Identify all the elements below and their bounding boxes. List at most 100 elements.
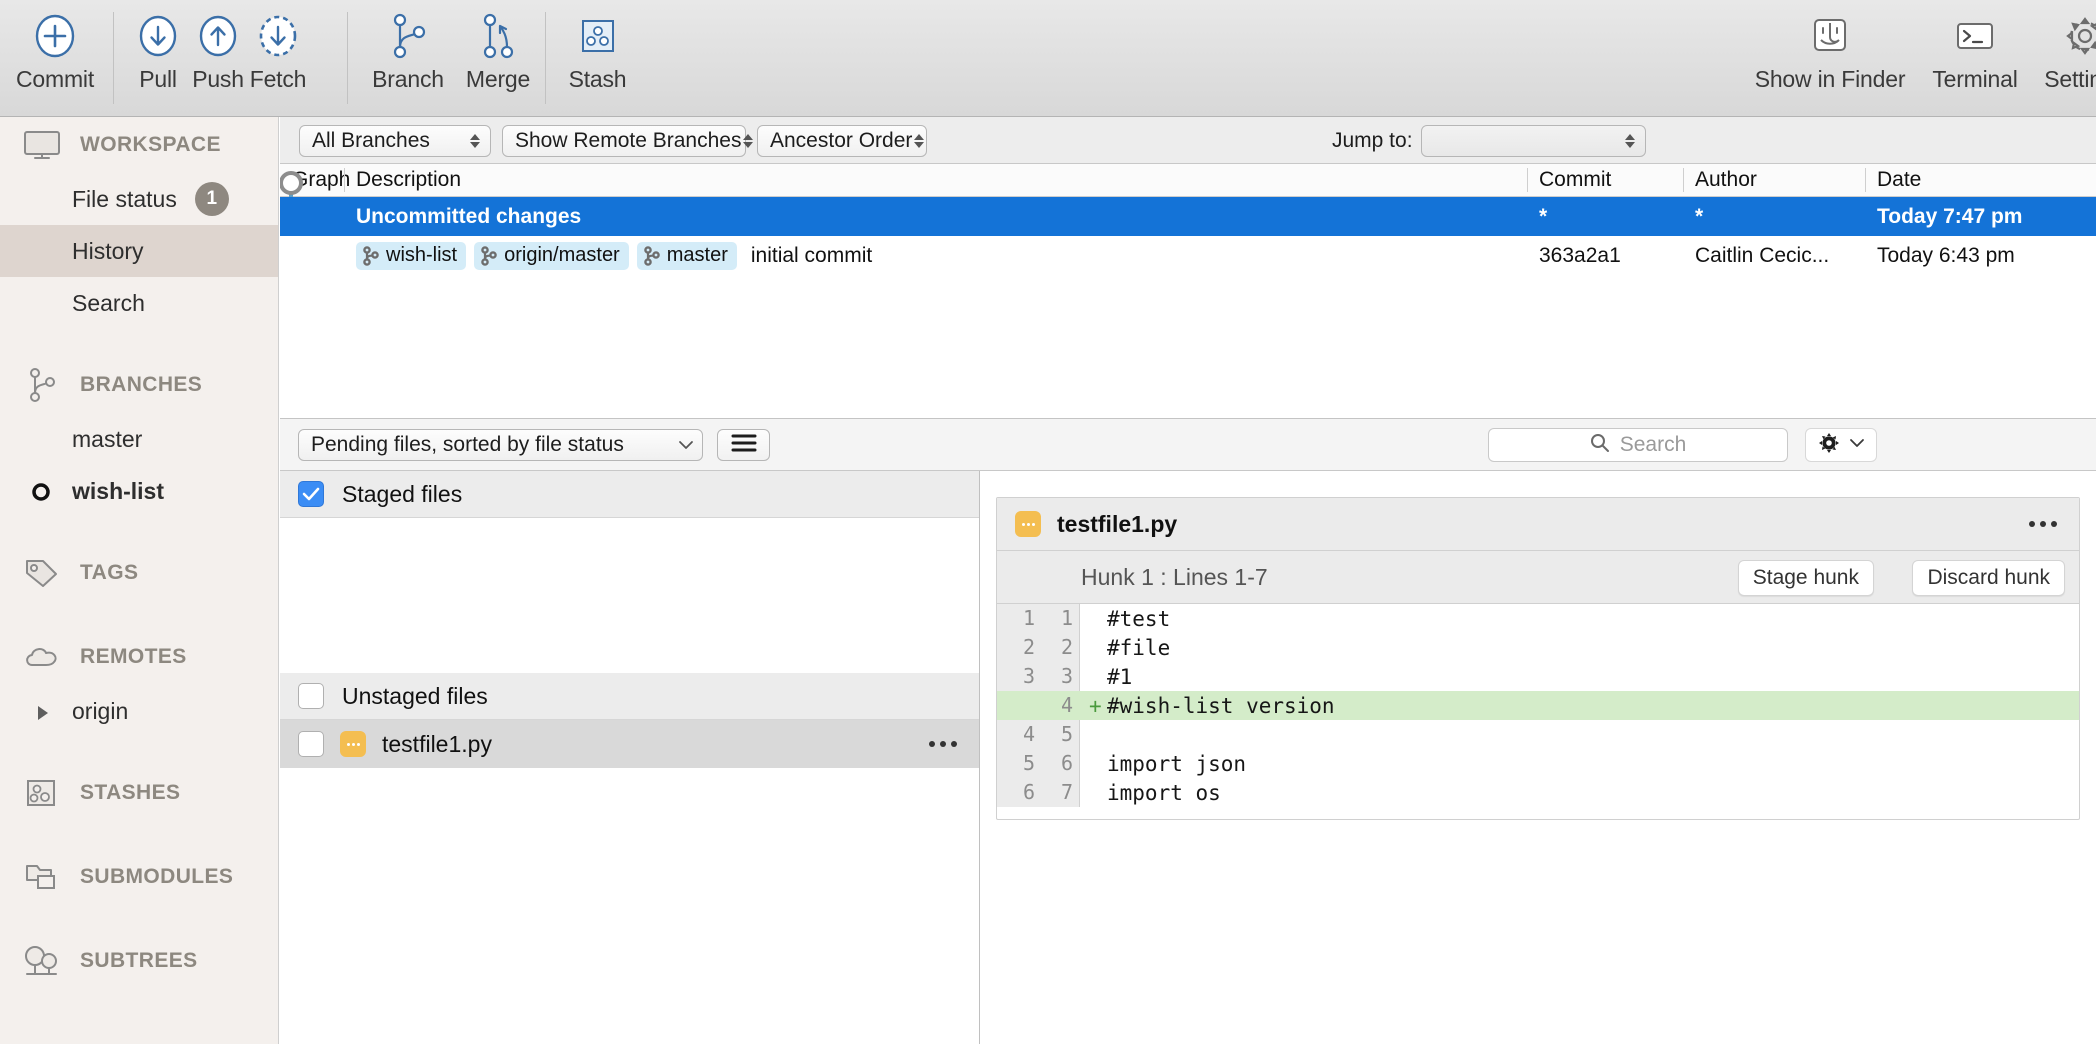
pending-files-sort-dropdown[interactable]: Pending files, sorted by file status [298,429,703,461]
merge-button[interactable]: Merge [453,0,543,110]
commit-history-table: Graph Description Commit Author Date Unc… [280,164,2096,418]
file-status-modified-icon [340,731,366,757]
push-button[interactable]: Push [188,0,248,110]
branch-button[interactable]: Branch [363,0,453,110]
sidebar-item-branch-master[interactable]: master [0,413,278,465]
file-actions-gear-button[interactable] [1805,428,1877,462]
sidebar-spacer [0,821,278,849]
terminal-button[interactable]: Terminal [1920,0,2030,110]
sidebar-spacer [0,517,278,545]
disclosure-triangle-icon[interactable] [34,701,54,721]
commit-description-cell: wish-list origin/master master initial c… [356,236,1516,275]
main-toolbar: Commit Pull [0,0,2096,117]
diff-line: 6 7 import os [997,778,2079,807]
ancestor-order-dropdown[interactable]: Ancestor Order [757,125,927,157]
list-view-button[interactable] [717,429,770,461]
toolbar-separator-2 [347,12,348,104]
ref-tag-origin-master[interactable]: origin/master [474,242,629,270]
unstaged-files-checkbox[interactable] [298,683,324,709]
unstaged-files-header[interactable]: Unstaged files [280,673,979,720]
show-in-finder-button[interactable]: Show in Finder [1740,0,1920,110]
file-panel-toolbar: Pending files, sorted by file status Sea… [280,418,2096,471]
diff-line-added: 4 + #wish-list version [997,691,2079,720]
sidebar-item-remote-origin[interactable]: origin [0,685,278,737]
diff-file-card: testfile1.py Hunk 1 : Lines 1-7 Stage hu… [996,497,2080,820]
column-header-description[interactable]: Description [344,164,461,196]
new-line-number: 7 [1035,778,1073,807]
ref-tag-wish-list[interactable]: wish-list [356,242,466,270]
diff-line: 1 1 #test [997,604,2079,633]
diff-file-actions-ellipsis-button[interactable] [2029,521,2057,527]
fetch-button[interactable]: Fetch [248,0,308,110]
staged-files-list[interactable] [280,518,979,673]
sidebar-section-title: SUBTREES [80,949,198,973]
table-row[interactable]: wish-list origin/master master initial c… [280,236,2096,275]
sidebar-section-remotes[interactable]: REMOTES [0,629,278,685]
branch-filter-dropdown[interactable]: All Branches [299,125,491,157]
push-up-arrow-icon [196,10,240,62]
commit-button[interactable]: Commit [0,0,110,110]
chevron-updown-icon [468,131,482,151]
commit-button-label: Commit [16,66,94,93]
file-search-input[interactable]: Search [1488,428,1788,462]
commit-date: Today 6:43 pm [1877,236,2077,275]
pending-files-panel: Staged files Unstaged files testfile1.py [280,471,980,1044]
sidebar-section-stashes[interactable]: STASHES [0,765,278,821]
jump-to-dropdown[interactable] [1421,125,1646,157]
diff-code: import json [1107,752,1246,776]
sidebar-item-label: origin [72,698,128,725]
sidebar-section-title: SUBMODULES [80,865,233,889]
search-placeholder: Search [1620,433,1687,457]
sidebar-section-submodules[interactable]: SUBMODULES [0,849,278,905]
remote-branches-dropdown[interactable]: Show Remote Branches [502,125,746,157]
staged-files-checkbox[interactable] [298,481,324,507]
sidebar-spacer [0,329,278,357]
branch-button-label: Branch [372,66,444,93]
column-header-date[interactable]: Date [1865,164,1921,196]
column-header-author[interactable]: Author [1683,164,1757,196]
sidebar-section-title: WORKSPACE [80,133,221,157]
file-actions-ellipsis-button[interactable] [929,741,957,747]
old-line-number: 1 [997,604,1035,633]
discard-hunk-button[interactable]: Discard hunk [1912,560,2065,596]
old-line-number [997,691,1035,720]
sidebar-item-file-status[interactable]: File status 1 [0,173,278,225]
table-row[interactable]: Uncommitted changes * * Today 7:47 pm [280,197,2096,236]
list-view-icon [730,432,758,459]
merge-button-label: Merge [466,66,530,93]
column-header-commit[interactable]: Commit [1527,164,1611,196]
stage-hunk-button[interactable]: Stage hunk [1738,560,1874,596]
list-item[interactable]: testfile1.py [280,720,979,768]
stash-button[interactable]: Stash [560,0,635,110]
sidebar-section-subtrees[interactable]: SUBTREES [0,933,278,989]
diff-panel: testfile1.py Hunk 1 : Lines 1-7 Stage hu… [981,471,2096,1044]
sidebar-section-workspace: WORKSPACE [0,117,278,173]
sidebar-item-branch-wish-list[interactable]: wish-list [0,465,278,517]
show-in-finder-label: Show in Finder [1755,66,1906,93]
diff-lines[interactable]: 1 1 #test 2 2 #file 3 3 #1 [997,604,2079,819]
hunk-header: Hunk 1 : Lines 1-7 Stage hunk Discard hu… [997,551,2079,604]
diff-bottom-padding [997,807,2079,819]
sidebar-item-label: master [72,426,142,453]
pull-button[interactable]: Pull [128,0,188,110]
branch-icon [362,246,380,266]
sidebar-item-history[interactable]: History [0,225,278,277]
sidebar-section-tags[interactable]: TAGS [0,545,278,601]
branch-icon [22,367,62,403]
finder-icon [1808,10,1852,62]
ref-tag-master[interactable]: master [637,242,737,270]
sidebar-item-label: Search [72,290,145,317]
commit-hash: * [1539,197,1679,236]
file-checkbox[interactable] [298,731,324,757]
unstaged-files-label: Unstaged files [342,683,488,710]
settings-button[interactable]: Settings [2030,0,2096,110]
remote-filter-value: Show Remote Branches [515,129,741,153]
new-line-number: 6 [1035,749,1073,778]
toolbar-group-sync: Pull Push Fetch [128,0,308,116]
sourcetree-window: Commit Pull [0,0,2096,1044]
sidebar-section-title: BRANCHES [80,373,202,397]
staged-files-header[interactable]: Staged files [280,471,979,518]
sidebar-item-search[interactable]: Search [0,277,278,329]
sidebar-item-label: wish-list [72,478,164,505]
toolbar-group-commit: Commit [0,0,110,116]
